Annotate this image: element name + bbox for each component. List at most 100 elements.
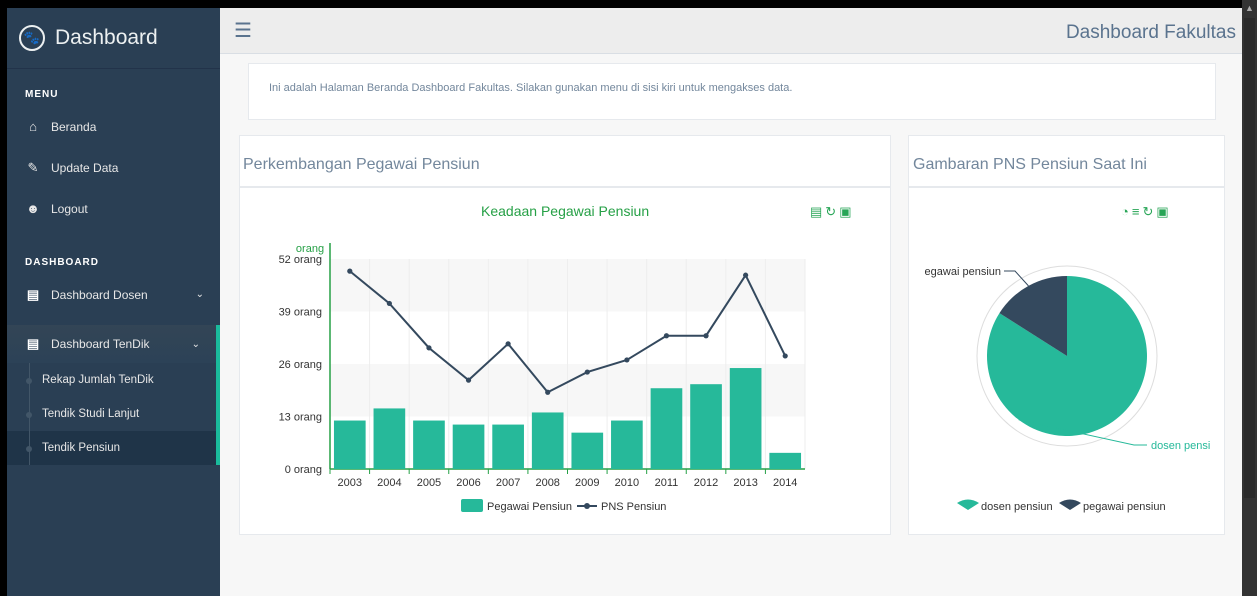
sidebar-item-label: Update Data <box>51 160 119 175</box>
sidebar-item-label: Dashboard Dosen <box>51 287 148 302</box>
pie-leader-line <box>1004 270 1029 287</box>
bullet-icon <box>26 412 32 418</box>
page-title: Dashboard Fakultas <box>1065 22 1236 43</box>
line-point <box>663 333 670 339</box>
submenu-item-tendik-studi-lanjut[interactable]: Tendik Studi Lanjut <box>7 397 216 431</box>
sidebar-item-dashboard-dosen[interactable]: ▤ Dashboard Dosen ⌄ <box>7 274 220 315</box>
chevron-down-icon: ⌄ <box>191 338 200 350</box>
legend-label: dosen pensiun <box>981 501 1053 513</box>
top-navbar: ☰ Dashboard Fakultas <box>220 8 1242 54</box>
line-point <box>624 357 630 363</box>
bar <box>531 412 564 469</box>
bar <box>492 424 524 469</box>
submenu-item-rekap-jumlah-tendik[interactable]: Rekap Jumlah TenDik <box>7 363 216 397</box>
line-point <box>703 333 709 339</box>
submenu-item-label: Tendik Studi Lanjut <box>42 408 140 420</box>
sidebar-item-beranda[interactable]: ⌂ Beranda <box>7 106 220 147</box>
info-box: Ini adalah Halaman Beranda Dashboard Fak… <box>248 63 1216 120</box>
x-tick-label: 2009 <box>575 477 599 489</box>
bar-chart-icon: ▤ <box>26 336 40 351</box>
legend-label: PNS Pensiun <box>601 501 666 513</box>
scroll-up-icon[interactable]: ▲ <box>1244 2 1255 14</box>
line-point <box>386 300 392 307</box>
y-tick-label: 13 orang <box>279 412 322 424</box>
x-tick-label: 2010 <box>615 477 639 489</box>
bar <box>452 424 485 469</box>
panel-title: Gambaran PNS Pensiun Saat Ini <box>913 156 1147 173</box>
bar <box>611 420 643 469</box>
panel-pegawai-pensiun: Perkembangan Pegawai Pensiun Keadaan Peg… <box>239 135 891 535</box>
bar <box>333 420 366 469</box>
x-tick-label: 2012 <box>694 477 718 489</box>
panel-pns-pensiun: Gambaran PNS Pensiun Saat Ini ◔≡↻▣ dosen… <box>908 135 1225 535</box>
sidebar: 🐾 Dashboard MENU ⌂ Beranda ✎ Update Data… <box>7 8 220 596</box>
line-point <box>347 268 353 274</box>
scrollbar-thumb[interactable] <box>1244 18 1255 498</box>
menu-section-title: MENU <box>25 89 59 100</box>
combo-chart: 0 orang 13 orang 26 orang 39 orang 52 orango… <box>279 243 806 513</box>
line-point <box>584 369 590 375</box>
line-point <box>426 345 432 351</box>
tendik-submenu: Rekap Jumlah TenDik Tendik Studi Lanjut … <box>7 363 220 465</box>
x-tick-label: 2011 <box>655 477 679 489</box>
home-icon: ⌂ <box>29 119 37 134</box>
sidebar-item-label: Beranda <box>51 119 97 134</box>
brand[interactable]: 🐾 Dashboard <box>7 8 220 69</box>
y-tick-label: 0 orang <box>285 464 322 476</box>
y-tick-label: 52 orang <box>279 254 322 266</box>
legend-label: pegawai pensiun <box>1083 501 1166 513</box>
submenu-item-tendik-pensiun[interactable]: Tendik Pensiun <box>7 431 216 465</box>
sidebar-item-label: Dashboard TenDik <box>51 337 150 351</box>
panel-header: Perkembangan Pegawai Pensiun <box>240 136 890 188</box>
panel-header: Gambaran PNS Pensiun Saat Ini <box>909 136 1224 188</box>
window-top-border <box>0 0 1257 8</box>
line-point <box>505 341 511 347</box>
window-left-border <box>0 0 7 596</box>
menu-toggle-icon[interactable]: ☰ <box>234 21 252 41</box>
panel-title: Perkembangan Pegawai Pensiun <box>243 156 480 173</box>
legend-swatch-slice <box>957 499 979 510</box>
chevron-down-icon: ⌄ <box>195 289 204 300</box>
sidebar-item-dashboard-tendik[interactable]: ▤ Dashboard TenDik ⌄ <box>7 325 220 363</box>
legend-swatch-point <box>584 503 590 509</box>
submenu-item-label: Rekap Jumlah TenDik <box>42 374 154 386</box>
edit-icon: ✎ <box>27 159 39 175</box>
legend-swatch-bar <box>461 499 483 512</box>
bar <box>729 368 762 469</box>
x-tick-label: 2007 <box>496 477 520 489</box>
x-tick-label: 2003 <box>338 477 362 489</box>
y-tick-label: 39 orang <box>279 307 322 319</box>
line-point <box>465 377 472 383</box>
y-tick-label: 26 orang <box>279 359 322 371</box>
pie-slice-label: egawai pensiun <box>925 266 1001 278</box>
paw-icon: 🐾 <box>19 25 45 51</box>
submenu-item-label: Tendik Pensiun <box>42 442 120 454</box>
legend-swatch-slice <box>1059 499 1081 510</box>
bar <box>690 384 722 469</box>
scrollbar[interactable]: ▲ <box>1242 0 1257 596</box>
sidebar-item-label: Logout <box>51 201 88 216</box>
line-point <box>743 272 749 278</box>
x-tick-label: 2008 <box>535 477 559 489</box>
bullet-icon <box>26 378 32 384</box>
bar <box>650 388 683 469</box>
sidebar-item-logout[interactable]: ☻ Logout <box>7 188 220 229</box>
x-tick-label: 2006 <box>456 477 480 489</box>
bar <box>413 420 445 469</box>
line-point <box>545 389 551 395</box>
x-tick-label: 2004 <box>377 477 401 489</box>
x-tick-label: 2005 <box>417 477 441 489</box>
bar <box>769 452 802 469</box>
pie-chart: dosen pensi egawai pensiun dosen pensiun pe… <box>925 265 1210 513</box>
x-tick-label: 2013 <box>733 477 757 489</box>
sidebar-item-update-data[interactable]: ✎ Update Data <box>7 147 220 188</box>
brand-title: Dashboard <box>55 26 158 49</box>
info-text: Ini adalah Halaman Beranda Dashboard Fak… <box>269 82 793 94</box>
legend-label: Pegawai Pensiun <box>487 501 572 513</box>
bar <box>373 408 406 469</box>
dashboard-section-title: DASHBOARD <box>25 257 99 268</box>
bar-chart-icon: ▤ <box>26 286 40 302</box>
x-tick-label: 2014 <box>773 477 797 489</box>
y-axis-title: orang <box>296 243 324 255</box>
line-point <box>782 353 788 359</box>
